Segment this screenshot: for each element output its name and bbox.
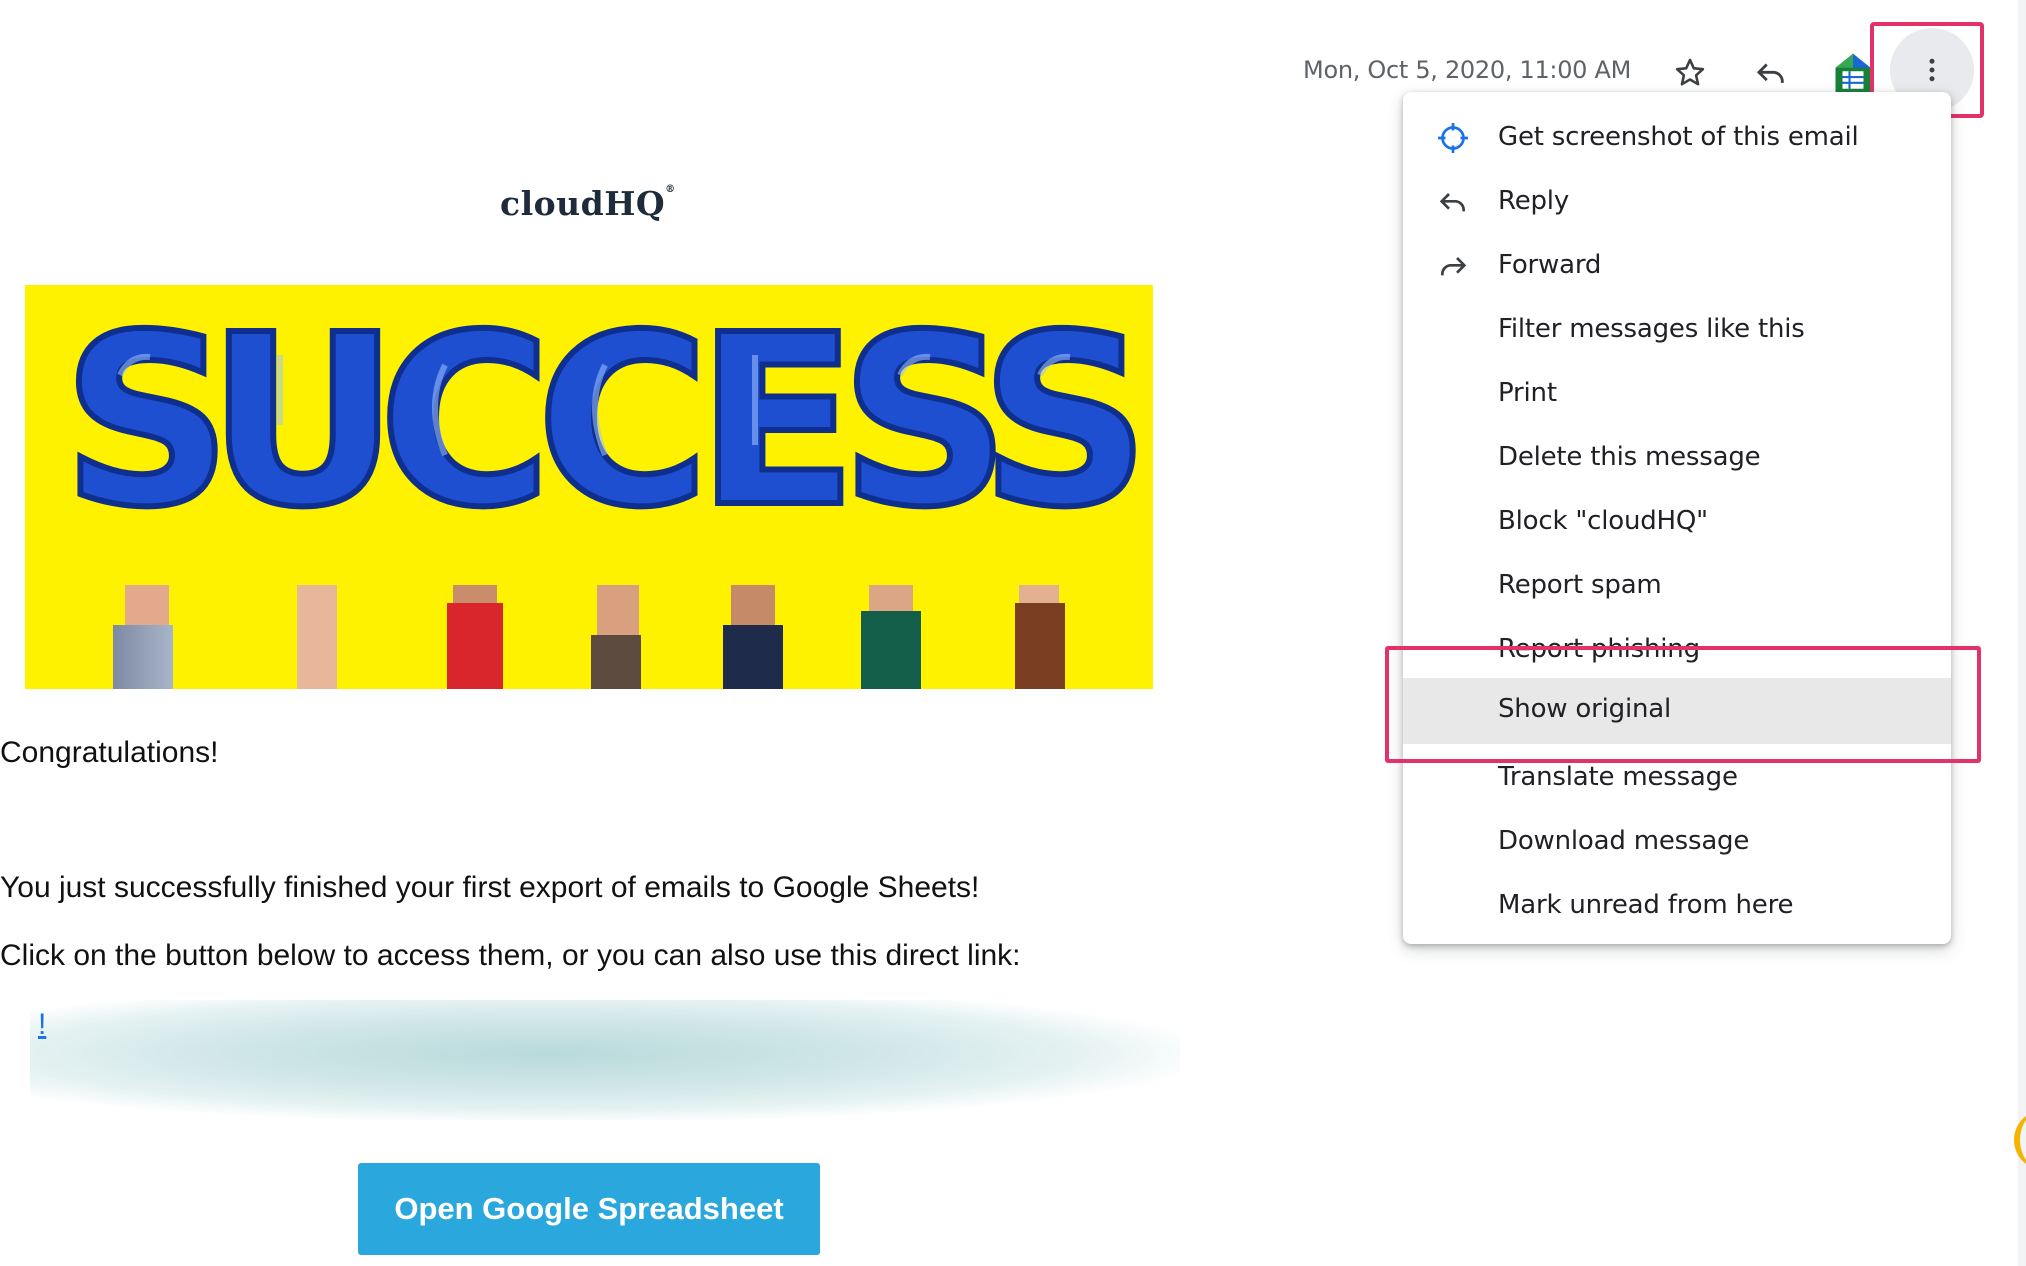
menu-item-block[interactable]: Block "cloudHQ" [1403,490,1951,554]
menu-item-label: Block "cloudHQ" [1498,506,1708,536]
balloon-word: S U C C E S S [59,285,1153,562]
menu-item-label: Report spam [1498,570,1662,600]
menu-item-label: Download message [1498,826,1750,856]
forward-icon [1435,248,1471,284]
arms [113,585,1065,689]
svg-text:C: C [536,285,709,559]
direct-link[interactable]: ! [38,1008,46,1042]
more-options-menu: Get screenshot of this email Reply Forwa… [1403,92,1951,944]
body-line-2: Click on the button below to access them… [0,939,1021,972]
balloon-letters-illustration: S U C C E S S [59,285,1153,689]
menu-item-print[interactable]: Print [1403,362,1951,426]
menu-item-label: Forward [1498,250,1602,280]
star-outline-icon [1675,58,1705,86]
menu-item-mark-unread[interactable]: Mark unread from here [1403,874,1951,938]
menu-item-label: Print [1498,378,1557,408]
menu-item-report-spam[interactable]: Report spam [1403,554,1951,618]
menu-item-label: Get screenshot of this email [1498,122,1859,152]
menu-item-label: Mark unread from here [1498,890,1794,920]
menu-item-label: Delete this message [1498,442,1761,472]
annotation-highlight-show-original [1385,646,1981,763]
menu-item-download[interactable]: Download message [1403,810,1951,874]
menu-item-label: Translate message [1498,762,1738,792]
body-line-1: You just successfully finished your firs… [0,871,980,904]
cloudhq-logo: cloudHQ® [500,184,676,223]
menu-item-delete[interactable]: Delete this message [1403,426,1951,490]
svg-text:E: E [696,285,857,559]
svg-text:C: C [378,285,551,559]
greeting-text: Congratulations! [0,736,219,769]
menu-item-reply[interactable]: Reply [1403,170,1951,234]
reply-arrow-icon [1756,63,1784,83]
redacted-link-blur [30,1000,1180,1120]
success-banner-image: S U C C E S S [25,285,1153,689]
menu-item-filter[interactable]: Filter messages like this [1403,298,1951,362]
reply-icon [1435,184,1471,220]
google-sheets-addon-icon [1835,53,1871,93]
menu-item-label: Filter messages like this [1498,314,1805,344]
email-date: Mon, Oct 5, 2020, 11:00 AM [1303,56,1631,84]
svg-text:S: S [980,285,1150,559]
menu-item-forward[interactable]: Forward [1403,234,1951,298]
open-spreadsheet-button[interactable]: Open Google Spreadsheet [358,1163,820,1255]
scrollbar-track[interactable] [2018,0,2026,1266]
menu-item-label: Reply [1498,186,1570,216]
menu-item-screenshot[interactable]: Get screenshot of this email [1403,106,1951,170]
crosshair-icon [1435,120,1471,156]
svg-text:U: U [207,285,399,559]
